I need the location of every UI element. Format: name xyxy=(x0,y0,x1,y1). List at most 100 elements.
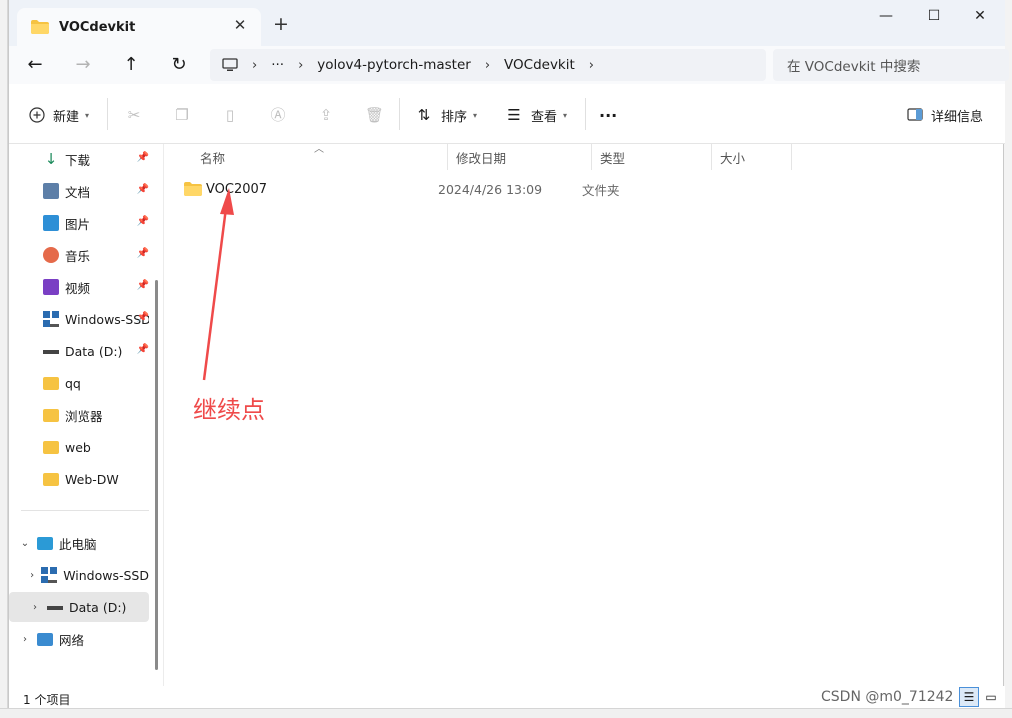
breadcrumb-item[interactable]: VOCdevkit xyxy=(504,57,575,73)
view-list-icon: ☰ xyxy=(507,106,521,124)
chevron-right-icon[interactable]: › xyxy=(27,570,37,581)
sidebar-item-web[interactable]: web xyxy=(9,432,149,462)
document-icon xyxy=(43,183,59,199)
sidebar-item-data-d-pc[interactable]: › Data (D:) xyxy=(9,592,149,622)
column-header-type[interactable]: 类型 xyxy=(592,144,712,170)
forward-button[interactable]: → xyxy=(69,52,97,78)
close-button[interactable]: ✕ xyxy=(957,0,1003,32)
sort-button[interactable]: ⇅ 排序 ▾ xyxy=(415,103,477,127)
more-options-button[interactable]: ··· xyxy=(599,103,617,127)
sidebar-item-music[interactable]: 音乐 📌 xyxy=(9,240,149,270)
folder-icon xyxy=(43,440,59,454)
sidebar-item-label: Windows-SSD xyxy=(63,567,149,583)
sidebar-item-label: 音乐 xyxy=(65,248,91,264)
copy-icon: ❐ xyxy=(175,106,189,124)
column-header-name[interactable]: 名称 xyxy=(192,144,448,170)
sidebar-item-network[interactable]: › 网络 xyxy=(9,624,149,654)
annotation-text: 继续点 xyxy=(193,396,265,424)
sidebar-item-pictures[interactable]: 图片 📌 xyxy=(9,208,149,238)
file-explorer-window: VOCdevkit ✕ + — ☐ ✕ ← → ↑ ↻ › ··· › yolo… xyxy=(8,0,1009,708)
tab-vocdevkit[interactable]: VOCdevkit ✕ xyxy=(17,8,261,46)
breadcrumb-item[interactable]: yolov4-pytorch-master xyxy=(317,57,471,73)
chevron-right-icon[interactable]: › xyxy=(27,602,43,613)
sidebar-item-web-dw[interactable]: Web-DW xyxy=(9,464,149,494)
file-type: 文件夹 xyxy=(582,182,620,198)
new-button[interactable]: 新建 ▾ xyxy=(29,103,89,127)
sidebar-item-downloads[interactable]: ↓ 下载 📌 xyxy=(9,144,149,174)
status-bar: 1 个项目 CSDN @m0_71242 ☰ ▭ xyxy=(9,686,1005,708)
pin-icon: 📌 xyxy=(136,344,149,355)
sidebar-item-label: 图片 xyxy=(65,216,91,232)
back-button[interactable]: ← xyxy=(21,52,49,78)
file-name: VOC2007 xyxy=(206,181,268,197)
sidebar-scrollbar[interactable] xyxy=(155,280,158,670)
details-button-label: 详细信息 xyxy=(931,109,984,125)
sidebar-item-browser[interactable]: 浏览器 xyxy=(9,400,149,430)
tab-title: VOCdevkit xyxy=(59,19,136,35)
table-row[interactable]: VOC2007 2024/4/26 13:09 文件夹 xyxy=(184,176,984,202)
pin-icon: 📌 xyxy=(136,152,149,163)
divider xyxy=(107,98,108,130)
paste-button[interactable]: ▯ xyxy=(221,103,239,127)
sidebar-item-label: qq xyxy=(65,375,81,391)
delete-button[interactable]: 🗑 xyxy=(365,103,384,127)
tab-close-icon[interactable]: ✕ xyxy=(231,16,249,34)
music-icon xyxy=(43,247,59,263)
pin-icon: 📌 xyxy=(136,216,149,227)
picture-icon xyxy=(43,215,59,231)
folder-icon xyxy=(184,182,202,196)
more-path-button[interactable]: ··· xyxy=(271,57,284,73)
drive-icon xyxy=(43,343,59,359)
new-tab-button[interactable]: + xyxy=(271,14,291,34)
background-taskbar-strip xyxy=(0,708,1012,718)
rename-button[interactable]: Ⓐ xyxy=(269,103,287,127)
sidebar-item-windows-ssd-pc[interactable]: › Windows-SSD xyxy=(9,560,149,590)
sidebar-item-label: 浏览器 xyxy=(65,408,103,424)
sidebar-item-label: Data (D:) xyxy=(65,343,123,359)
file-list: ︿ 名称 修改日期 类型 大小 VOC2007 2024/4/26 13:09 … xyxy=(164,144,1005,686)
sidebar-item-qq[interactable]: qq xyxy=(9,368,149,398)
minimize-button[interactable]: — xyxy=(863,0,909,32)
sort-icon: ⇅ xyxy=(417,106,431,124)
watermark: CSDN @m0_71242 xyxy=(821,689,954,705)
sidebar-item-videos[interactable]: 视频 📌 xyxy=(9,272,149,302)
network-icon xyxy=(37,632,53,646)
sidebar-item-windows-ssd[interactable]: Windows-SSD 📌 xyxy=(9,304,149,334)
share-icon: ⇪ xyxy=(319,106,333,124)
details-view-icon[interactable]: ☰ xyxy=(959,687,979,707)
refresh-button[interactable]: ↻ xyxy=(165,52,193,78)
title-bar: VOCdevkit ✕ + — ☐ ✕ xyxy=(9,0,1005,46)
details-button[interactable]: 详细信息 xyxy=(907,103,983,127)
view-button[interactable]: ☰ 查看 ▾ xyxy=(505,103,567,127)
sidebar-item-this-pc[interactable]: ⌄ 此电脑 xyxy=(9,528,149,558)
pin-icon: 📌 xyxy=(136,248,149,259)
cut-button[interactable]: ✂ xyxy=(125,103,143,127)
column-header-size[interactable]: 大小 xyxy=(712,144,792,170)
up-button[interactable]: ↑ xyxy=(117,52,145,78)
drive-icon xyxy=(47,599,63,615)
copy-button[interactable]: ❐ xyxy=(173,103,191,127)
sort-button-label: 排序 xyxy=(441,109,468,125)
sidebar-item-label: 视频 xyxy=(65,280,91,296)
plus-circle-icon xyxy=(29,107,45,123)
maximize-button[interactable]: ☐ xyxy=(911,0,957,32)
pin-icon: 📌 xyxy=(136,280,149,291)
pin-icon: 📌 xyxy=(136,184,149,195)
chevron-down-icon[interactable]: ⌄ xyxy=(17,538,33,549)
command-bar: 新建 ▾ ✂ ❐ ▯ Ⓐ ⇪ 🗑 ⇅ 排序 ▾ ☰ 查看 ▾ ··· 详细信息 xyxy=(9,84,1005,144)
tiles-view-icon[interactable]: ▭ xyxy=(981,687,1001,707)
sidebar-item-label: web xyxy=(65,439,91,455)
sidebar-item-data-d[interactable]: Data (D:) 📌 xyxy=(9,336,149,366)
address-bar[interactable]: › ··· › yolov4-pytorch-master › VOCdevki… xyxy=(210,49,766,81)
address-row: ← → ↑ ↻ › ··· › yolov4-pytorch-master › … xyxy=(9,46,1009,84)
chevron-right-icon[interactable]: › xyxy=(17,634,33,645)
item-count: 1 个项目 xyxy=(23,693,71,707)
share-button[interactable]: ⇪ xyxy=(317,103,335,127)
navigation-pane: ↓ 下载 📌 文档 📌 图片 📌 音乐 📌 视频 📌 Windows-SSD 📌… xyxy=(9,144,159,686)
sidebar-item-label: 文档 xyxy=(65,184,91,200)
column-header-date[interactable]: 修改日期 xyxy=(448,144,592,170)
chevron-down-icon: ▾ xyxy=(473,110,478,120)
sidebar-item-documents[interactable]: 文档 📌 xyxy=(9,176,149,206)
details-pane-icon xyxy=(907,108,923,121)
search-input[interactable]: 在 VOCdevkit 中搜索 xyxy=(773,49,1009,81)
